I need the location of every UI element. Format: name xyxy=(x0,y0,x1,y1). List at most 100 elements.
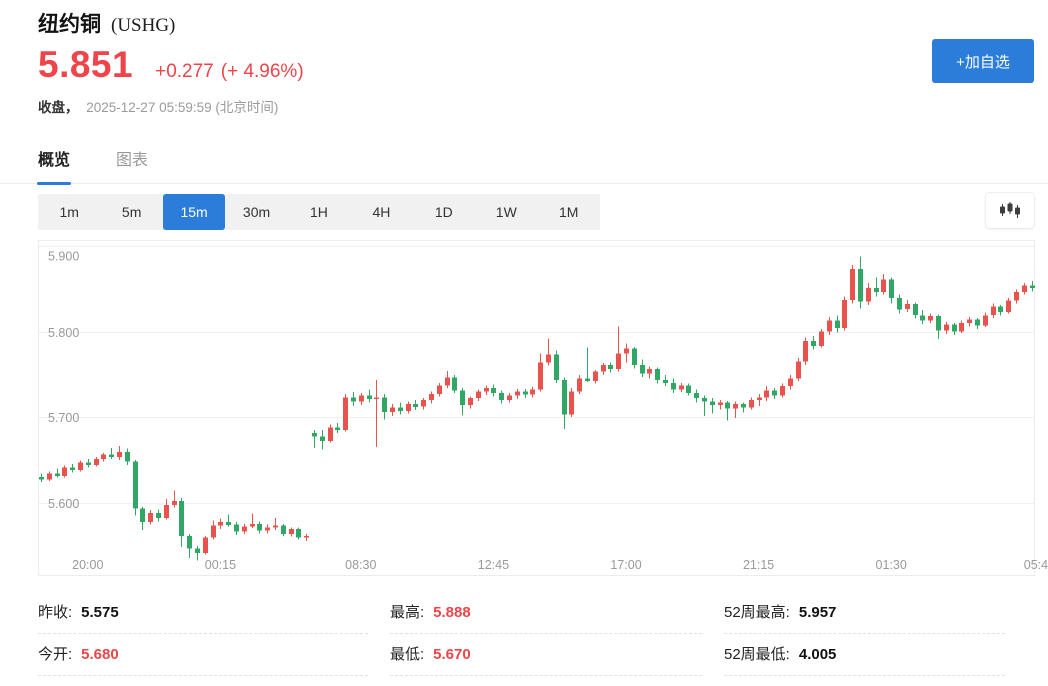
timeframe-1M[interactable]: 1M xyxy=(538,194,600,230)
candle-body xyxy=(156,513,161,518)
candle-body xyxy=(335,427,340,430)
price-change-percent: (+ 4.96%) xyxy=(221,61,304,83)
candle-body xyxy=(78,462,83,470)
x-axis-label: 17:00 xyxy=(610,558,641,572)
candle-body xyxy=(515,391,520,395)
candle-body xyxy=(62,467,67,476)
x-axis-label: 12:45 xyxy=(478,558,509,572)
candle-body xyxy=(117,452,122,457)
stat-value: 5.575 xyxy=(81,604,119,621)
stat-label: 昨收: xyxy=(38,601,72,622)
candle-body xyxy=(546,355,551,363)
candle-body xyxy=(234,525,239,532)
timeframe-1H[interactable]: 1H xyxy=(288,194,350,230)
candle-body xyxy=(273,526,278,528)
candle-body xyxy=(218,522,223,525)
candle-body xyxy=(686,385,691,393)
candle-body xyxy=(281,526,286,535)
stat-value: 4.005 xyxy=(799,646,837,663)
candle-body xyxy=(445,378,450,386)
candle-body xyxy=(881,279,886,292)
candle-body xyxy=(897,298,902,309)
candle-body xyxy=(328,427,333,441)
candle-body xyxy=(320,437,325,441)
candle-body xyxy=(983,315,988,325)
candle-body xyxy=(195,549,200,553)
candle-body xyxy=(913,304,918,315)
candle-body xyxy=(312,433,317,436)
candle-body xyxy=(710,402,715,405)
candle-body xyxy=(788,379,793,387)
candle-body xyxy=(125,452,130,461)
candle-body xyxy=(406,404,411,411)
candle-body xyxy=(398,408,403,411)
candle-body xyxy=(944,325,949,331)
candle-body xyxy=(632,349,637,365)
candle-body xyxy=(109,455,114,458)
candle-body xyxy=(905,304,910,309)
candle-body xyxy=(413,404,418,407)
add-watchlist-button[interactable]: +加自选 xyxy=(932,39,1034,83)
y-axis-label: 5.900 xyxy=(48,250,79,264)
stat-label: 52周最低: xyxy=(724,643,790,664)
timeframe-1W[interactable]: 1W xyxy=(475,194,537,230)
candle-body xyxy=(523,391,528,394)
candle-body xyxy=(796,361,801,378)
candle-body xyxy=(757,397,762,400)
x-axis-label: 21:15 xyxy=(743,558,774,572)
candle-body xyxy=(226,522,231,525)
y-axis-label: 5.600 xyxy=(48,497,79,511)
price-chart: 5.9005.8005.7005.60020:0000:1508:3012:45… xyxy=(38,240,1048,580)
view-tabs: 概览 图表 xyxy=(0,146,1048,184)
chart-type-button[interactable] xyxy=(985,192,1035,229)
candle-body xyxy=(1022,285,1027,292)
x-axis-label: 20:00 xyxy=(72,558,103,572)
candle-body xyxy=(70,467,75,470)
candle-body xyxy=(827,320,832,331)
timeframe-1D[interactable]: 1D xyxy=(413,194,475,230)
candlestick-chart[interactable]: 5.9005.8005.7005.60020:0000:1508:3012:45… xyxy=(38,240,1048,580)
candle-body xyxy=(562,380,567,414)
candle-body xyxy=(991,307,996,316)
stat-52w-low: 52周最低: 4.005 xyxy=(724,634,1005,676)
candle-body xyxy=(780,386,785,395)
candle-body xyxy=(429,394,434,400)
candle-body xyxy=(874,288,879,292)
candle-body xyxy=(772,391,777,396)
candle-body xyxy=(819,332,824,347)
x-axis-label: 05:45 xyxy=(1024,558,1048,572)
timeframe-15m[interactable]: 15m xyxy=(163,194,225,230)
page-title: 纽约铜 (USHG) xyxy=(38,8,175,38)
candle-body xyxy=(624,349,629,354)
candle-body xyxy=(133,462,138,509)
candle-body xyxy=(530,390,535,395)
candle-body xyxy=(569,391,574,414)
candle-body xyxy=(507,396,512,400)
timeframe-5m[interactable]: 5m xyxy=(100,194,162,230)
timeframe-1m[interactable]: 1m xyxy=(38,194,100,230)
timeframe-4H[interactable]: 4H xyxy=(350,194,412,230)
timeframe-30m[interactable]: 30m xyxy=(225,194,287,230)
candle-body xyxy=(460,391,465,406)
candle-body xyxy=(491,388,496,393)
instrument-name: 纽约铜 xyxy=(38,12,101,36)
candle-body xyxy=(585,379,590,382)
candle-body xyxy=(538,362,543,389)
stat-label: 最高: xyxy=(390,601,424,622)
candle-body xyxy=(140,509,145,523)
tab-overview[interactable]: 概览 xyxy=(38,146,70,183)
stat-open: 今开: 5.680 xyxy=(38,634,368,676)
candle-body xyxy=(608,365,613,369)
candle-body xyxy=(179,501,184,536)
y-axis-label: 5.700 xyxy=(48,411,79,425)
candle-body xyxy=(577,379,582,392)
candle-body xyxy=(640,365,645,374)
stat-label: 52周最高: xyxy=(724,601,790,622)
candle-body xyxy=(975,320,980,326)
timeframe-selector: 1m 5m 15m 30m 1H 4H 1D 1W 1M xyxy=(38,194,600,230)
candle-body xyxy=(351,397,356,401)
candle-body xyxy=(499,393,504,400)
tab-chart[interactable]: 图表 xyxy=(116,146,148,183)
candle-body xyxy=(187,536,192,549)
candle-body xyxy=(718,403,723,406)
